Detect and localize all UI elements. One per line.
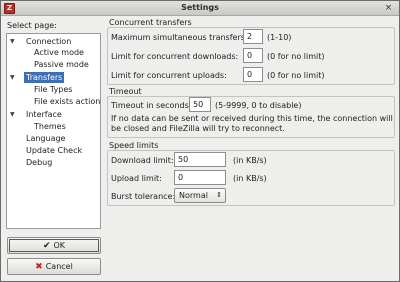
download-limit-label: Download limit: xyxy=(111,156,174,165)
burst-tolerance-label: Burst tolerance: xyxy=(111,192,176,201)
concurrent-downloads-label: Limit for concurrent downloads: xyxy=(111,52,239,61)
cancel-button[interactable]: ✖ Cancel xyxy=(7,258,101,275)
timeout-hint: (5-9999, 0 to disable) xyxy=(215,101,302,110)
tree-item-active-mode[interactable]: Active mode xyxy=(34,47,84,58)
tree-item-file-exists-action[interactable]: File exists action xyxy=(34,96,100,107)
close-icon[interactable]: × xyxy=(383,3,394,14)
timeout-info-text: If no data can be sent or received durin… xyxy=(111,114,393,133)
upload-limit-label: Upload limit: xyxy=(111,174,162,183)
page-tree[interactable]: ▼ Connection Active mode Passive mode ▼ … xyxy=(6,33,101,229)
tree-item-debug[interactable]: Debug xyxy=(26,157,52,168)
title-bar[interactable]: Z Settings × xyxy=(1,1,399,16)
tree-item-language[interactable]: Language xyxy=(26,133,65,144)
upload-limit-unit: (in KB/s) xyxy=(233,174,267,183)
expand-arrow-icon[interactable]: ▼ xyxy=(10,38,15,45)
tree-item-transfers[interactable]: Transfers xyxy=(24,72,65,83)
timeout-group-title: Timeout xyxy=(109,87,142,96)
select-page-label: Select page: xyxy=(7,21,57,30)
concurrent-uploads-hint: (0 for no limit) xyxy=(267,71,325,80)
burst-tolerance-value: Normal xyxy=(179,191,208,200)
max-transfers-hint: (1-10) xyxy=(267,33,292,42)
burst-tolerance-select[interactable]: Normal ⇕ xyxy=(174,188,226,203)
max-transfers-label: Maximum simultaneous transfers: xyxy=(111,33,248,42)
settings-dialog: Z Settings × Select page: ▼ Connection A… xyxy=(0,0,400,282)
updown-chevron-icon: ⇕ xyxy=(216,191,222,199)
ok-button[interactable]: ✔ OK xyxy=(7,237,101,254)
concurrent-uploads-input[interactable]: 0 xyxy=(243,67,263,82)
expand-arrow-icon[interactable]: ▼ xyxy=(10,74,15,81)
tree-item-interface[interactable]: Interface xyxy=(26,109,62,120)
cancel-x-icon: ✖ xyxy=(35,262,43,272)
upload-limit-input[interactable]: 0 xyxy=(174,170,226,185)
tree-item-passive-mode[interactable]: Passive mode xyxy=(34,59,89,70)
tree-item-themes[interactable]: Themes xyxy=(34,121,66,132)
concurrent-downloads-hint: (0 for no limit) xyxy=(267,52,325,61)
cancel-label: Cancel xyxy=(45,262,73,271)
speed-group-title: Speed limits xyxy=(109,141,159,150)
expand-arrow-icon[interactable]: ▼ xyxy=(10,111,15,118)
concurrent-downloads-input[interactable]: 0 xyxy=(243,48,263,63)
concurrent-group-title: Concurrent transfers xyxy=(109,18,192,27)
download-limit-unit: (in KB/s) xyxy=(233,156,267,165)
download-limit-input[interactable]: 50 xyxy=(174,152,226,167)
ok-label: OK xyxy=(53,241,66,250)
concurrent-uploads-label: Limit for concurrent uploads: xyxy=(111,71,227,80)
tree-item-connection[interactable]: Connection xyxy=(26,36,71,47)
timeout-label: Timeout in seconds: xyxy=(111,101,192,110)
tree-item-update-check[interactable]: Update Check xyxy=(26,145,82,156)
window-title: Settings xyxy=(181,3,219,12)
checkmark-icon: ✔ xyxy=(42,241,51,251)
timeout-input[interactable]: 50 xyxy=(189,97,211,112)
max-transfers-input[interactable]: 2 xyxy=(243,29,263,44)
tree-item-file-types[interactable]: File Types xyxy=(34,84,72,95)
